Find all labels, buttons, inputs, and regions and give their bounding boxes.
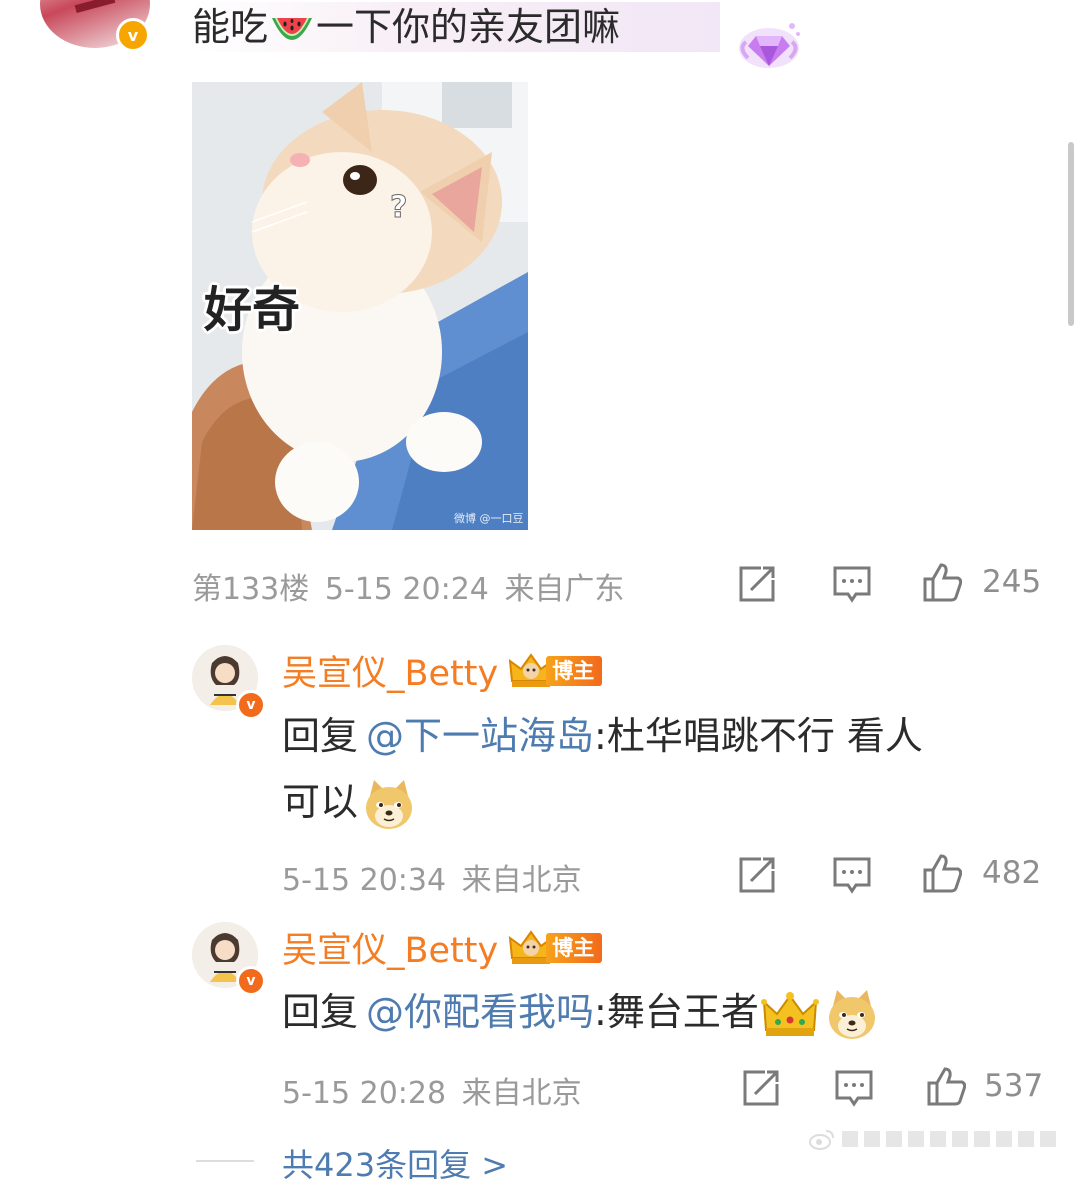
reply-header: 吴宣仪_Betty 博主: [282, 922, 603, 973]
verified-icon: v: [236, 966, 266, 996]
doge-icon: [366, 779, 413, 829]
crown-icon: [760, 991, 819, 1036]
comment-icon[interactable]: [832, 855, 872, 895]
reply-body: 回复 @你配看我吗:舞台王者: [282, 982, 1042, 1042]
cat-meme-image[interactable]: ? 好奇 微博 @一口豆: [192, 82, 528, 530]
svg-text:?: ?: [390, 190, 407, 225]
scrollbar[interactable]: [1068, 142, 1074, 326]
reply-prefix: 回复: [282, 990, 359, 1034]
reply-text-line: 可以: [282, 780, 359, 824]
image-watermark: 微博 @一口豆: [454, 512, 524, 525]
reply-meta: 5-15 20:34 来自北京: [282, 855, 582, 899]
blogger-badge: 博主: [546, 655, 603, 686]
reply-time: 5-15 20:34: [282, 863, 447, 898]
share-icon[interactable]: [737, 564, 777, 604]
comment-time: 5-15 20:24: [324, 572, 489, 607]
reply-location: 来自北京: [461, 863, 582, 898]
comment-location: 来自广东: [504, 572, 625, 607]
reply-body: 回复 @下一站海岛:杜华唱跳不行 看人 可以: [282, 706, 1042, 832]
share-icon[interactable]: [737, 855, 777, 895]
divider: [196, 1160, 254, 1162]
reply-username[interactable]: 吴宣仪_Betty: [282, 645, 498, 696]
reply-text-line: :杜华唱跳不行 看人: [594, 714, 923, 758]
reply-time: 5-15 20:28: [282, 1076, 447, 1111]
like-icon[interactable]: [922, 853, 962, 893]
comment-icon[interactable]: [834, 1068, 874, 1108]
reply-location: 来自北京: [461, 1076, 582, 1111]
reply-text-line: :舞台王者: [594, 990, 759, 1034]
weibo-logo-icon: [809, 1130, 834, 1150]
reply-username[interactable]: 吴宣仪_Betty: [282, 922, 498, 973]
like-count: 537: [984, 1068, 1044, 1104]
blogger-badge: 博主: [546, 932, 603, 963]
top-comment-text-start: 能吃: [192, 5, 269, 49]
comment-icon[interactable]: [832, 564, 872, 604]
watermark-bars: [842, 1131, 1056, 1147]
reply-meta: 5-15 20:28 来自北京: [282, 1068, 582, 1112]
doge-icon: [828, 989, 875, 1039]
like-count: 245: [982, 564, 1042, 600]
verified-icon: v: [116, 18, 150, 52]
watermelon-icon: [272, 17, 313, 40]
floor-number: 第133楼: [192, 572, 310, 607]
mention-link[interactable]: @你配看我吗: [366, 990, 594, 1034]
verified-icon: v: [236, 690, 266, 720]
page-watermark: [808, 1124, 1068, 1154]
mention-link[interactable]: @下一站海岛: [366, 714, 594, 758]
share-icon[interactable]: [741, 1068, 781, 1108]
top-comment-meta: 第133楼 5-15 20:24 来自广东: [192, 564, 624, 608]
like-icon[interactable]: [922, 562, 962, 602]
top-comment-text: 能吃 一下你的亲友团嘛: [192, 2, 721, 52]
diamond-icon: [739, 23, 800, 68]
like-count: 482: [982, 855, 1042, 891]
reply-header: 吴宣仪_Betty 博主: [282, 645, 603, 696]
like-icon[interactable]: [926, 1066, 966, 1106]
reply-prefix: 回复: [282, 714, 359, 758]
image-caption: 好奇: [204, 282, 301, 338]
top-comment-text-end: 一下你的亲友团嘛: [316, 5, 621, 49]
more-replies-link[interactable]: 共423条回复 >: [282, 1140, 508, 1186]
